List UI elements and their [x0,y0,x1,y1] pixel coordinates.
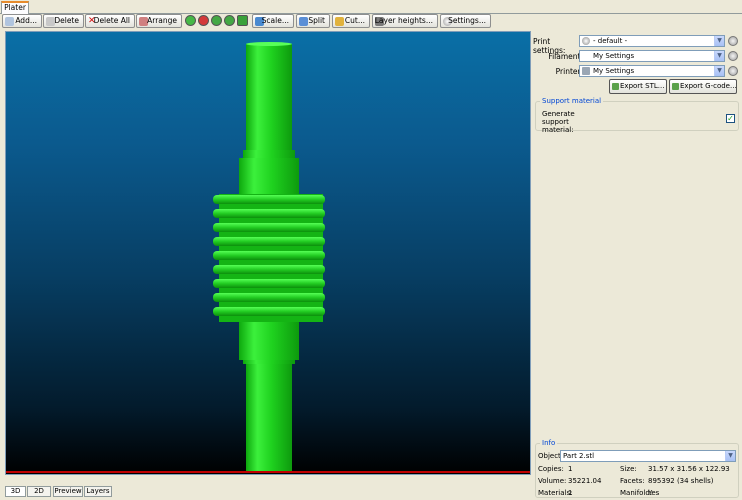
lower-collar [243,360,295,364]
add-button[interactable]: Add... [2,14,42,28]
add-icon [5,17,14,26]
rotate-icon[interactable] [237,15,248,26]
filament-label: Filament: [548,52,583,61]
support-material-group: Support material Generate support materi… [535,97,739,134]
print-settings-select[interactable]: - default - ▼ [579,35,725,47]
top-shaft [246,44,292,152]
tab-plater[interactable]: Plater [1,1,29,14]
printer-row: Printer: My Settings ▼ [533,65,740,78]
delete-all-button[interactable]: ✕ Delete All [85,14,135,28]
rotate-right-icon[interactable] [224,15,235,26]
bottom-shaft [246,364,292,472]
filament-gear-icon[interactable] [728,51,738,61]
cut-button[interactable]: Cut... [332,14,370,28]
print-settings-gear-icon[interactable] [728,36,738,46]
bed-line [6,471,530,473]
volume-label: Volume: [538,477,567,485]
top-cap [246,42,292,46]
tab-layers[interactable]: Layers [84,486,112,497]
3d-viewport[interactable] [5,31,531,475]
export-icon [672,83,679,90]
cut-icon [335,17,344,26]
settings-button[interactable]: Settings... [440,14,491,28]
upper-hub [239,158,299,196]
lower-hub [239,322,299,360]
printer-gear-icon[interactable] [728,66,738,76]
volume-value: 35221.04 [568,477,602,485]
layer-heights-button[interactable]: Layer heights... [372,14,438,28]
upper-collar [243,150,295,158]
export-gcode-button[interactable]: Export G-code... [669,79,737,94]
info-group: Info Object: Part 2.stl ▼ Copies: 1 Size… [535,439,739,498]
arrange-button[interactable]: Arrange [136,14,182,28]
materials-value: 1 [568,489,573,497]
object-select[interactable]: Part 2.stl ▼ [560,450,736,462]
scale-button[interactable]: Scale... [252,14,294,28]
tab-3d[interactable]: 3D [5,486,26,497]
generate-support-label: Generate support material: [542,110,575,134]
gear-icon [582,37,590,45]
chevron-down-icon[interactable]: ▼ [725,451,735,461]
split-button[interactable]: Split [296,14,330,28]
print-settings-row: Print settings: - default - ▼ [533,35,740,55]
plater-toolbar: Add... Delete ✕ Delete All Arrange Scale… [0,14,742,29]
facets-value: 895392 (34 shells) [648,477,714,485]
chevron-down-icon[interactable]: ▼ [714,66,724,76]
info-title: Info [540,439,558,447]
filament-row: Filament: My Settings ▼ [533,50,740,63]
delete-button[interactable]: Delete [43,14,84,28]
export-icon [612,83,619,90]
main-tabbar: Plater [0,0,742,14]
facets-label: Facets: [620,477,645,485]
decrease-copies-icon[interactable] [198,15,209,26]
chevron-down-icon[interactable]: ▼ [714,51,724,61]
tab-preview[interactable]: Preview [53,486,83,497]
support-material-title: Support material [540,97,604,105]
printer-select[interactable]: My Settings ▼ [579,65,725,77]
rotate-left-icon[interactable] [211,15,222,26]
printer-icon [582,67,590,75]
copies-label: Copies: [538,465,564,473]
export-stl-button[interactable]: Export STL... [609,79,667,94]
settings-sidebar: Print settings: - default - ▼ Filament: … [533,31,740,499]
tab-2d[interactable]: 2D [27,486,51,497]
copies-value: 1 [568,465,573,473]
increase-copies-icon[interactable] [185,15,196,26]
size-label: Size: [620,465,637,473]
chevron-down-icon[interactable]: ▼ [714,36,724,46]
filament-select[interactable]: My Settings ▼ [579,50,725,62]
manifold-value: Yes [648,489,660,497]
split-icon [299,17,308,26]
size-value: 31.57 x 31.56 x 122.93 [648,465,730,473]
model-render [6,42,530,473]
generate-support-checkbox[interactable]: ✓ [726,114,735,123]
worm-threads [213,195,325,316]
